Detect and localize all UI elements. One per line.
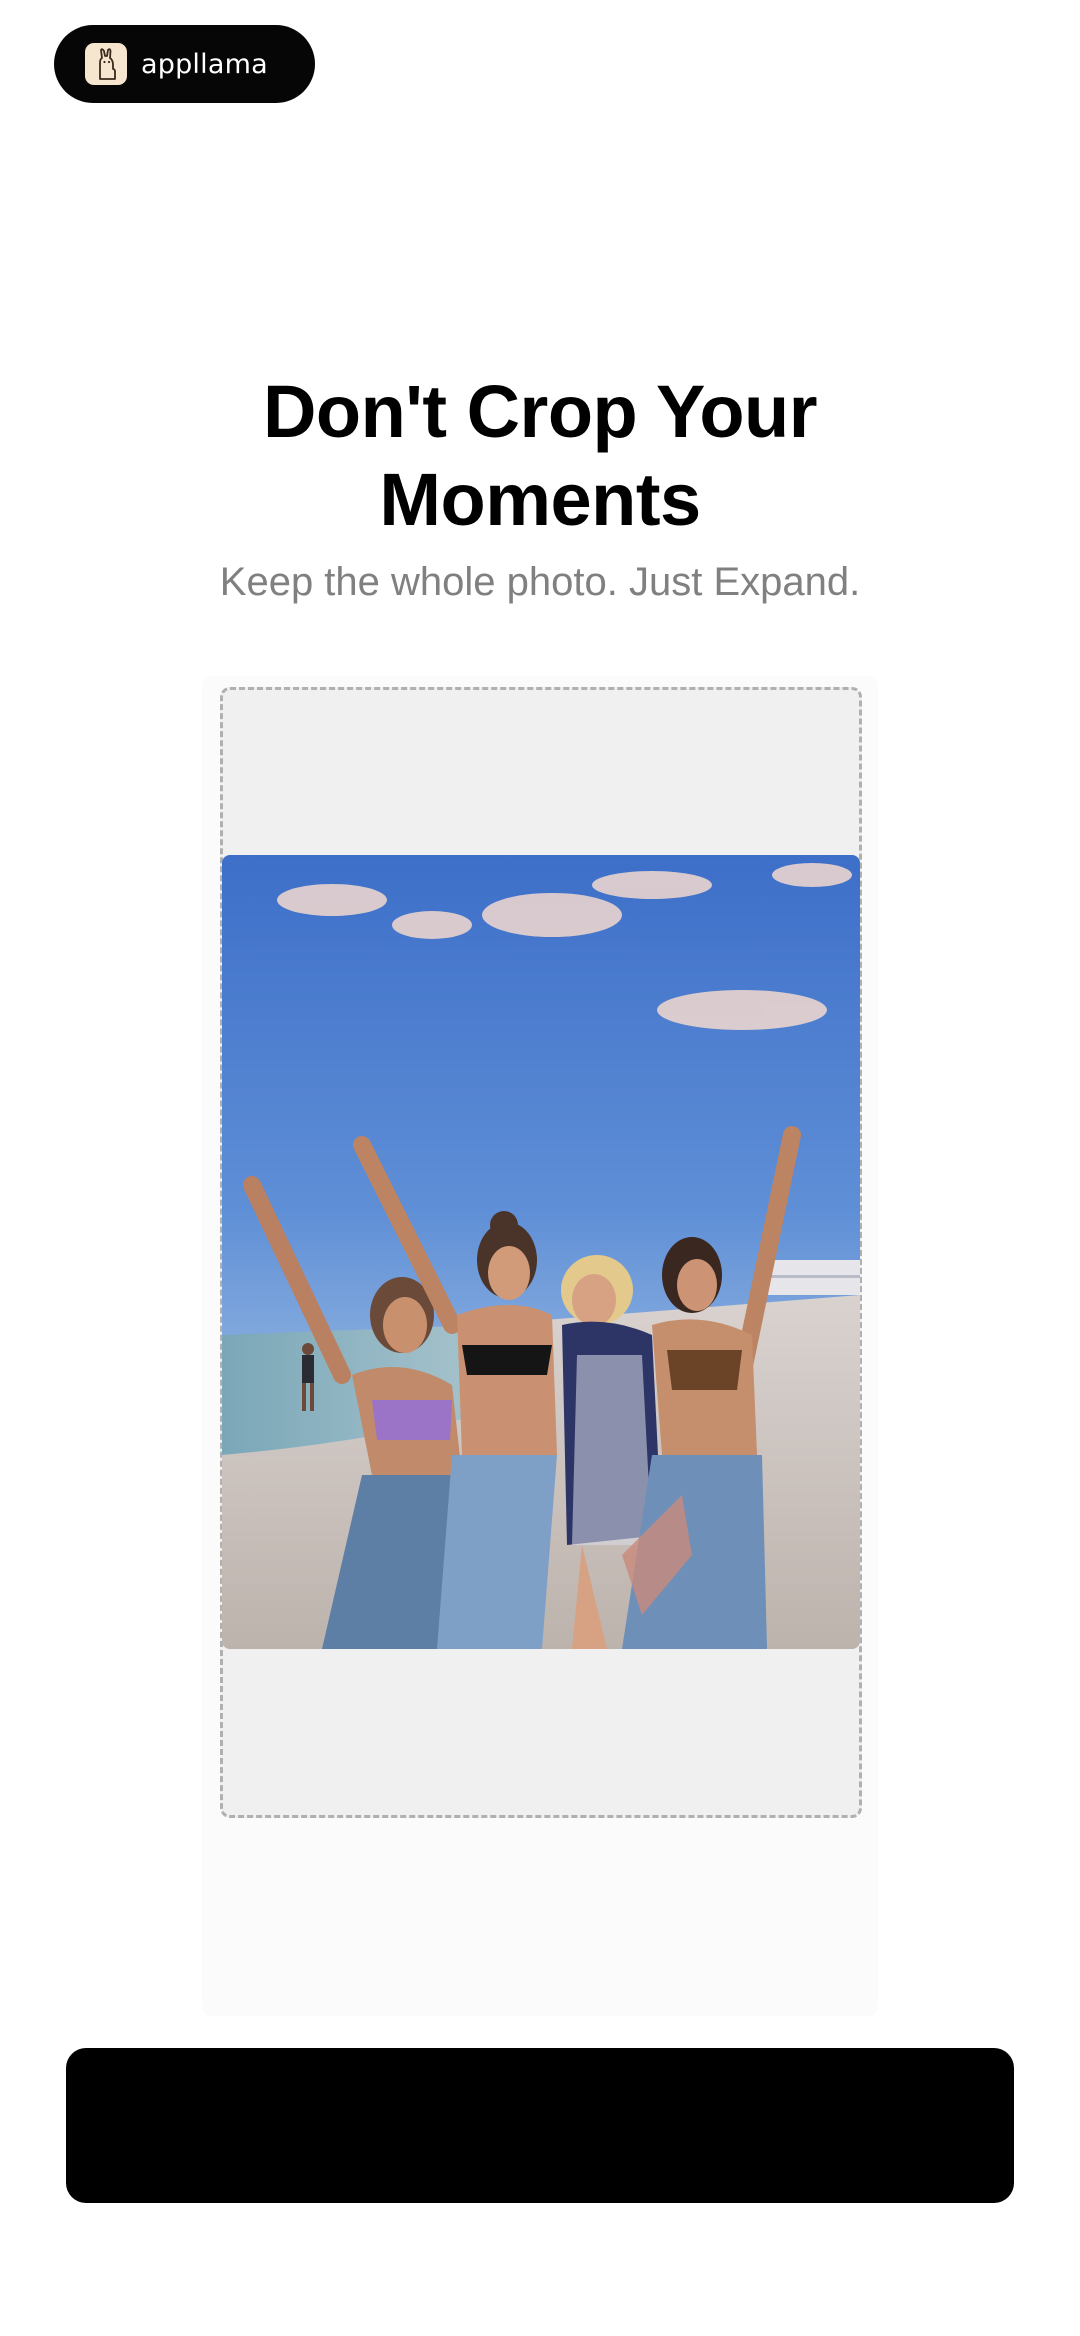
page-title-line-2: Moments xyxy=(379,458,701,541)
page-title: Don't Crop Your Moments xyxy=(100,368,980,544)
primary-button[interactable] xyxy=(66,2048,1014,2203)
page-title-line-1: Don't Crop Your xyxy=(262,370,818,453)
preview-photo xyxy=(222,855,860,1649)
llama-icon xyxy=(85,43,127,85)
brand-name: appllama xyxy=(141,48,268,80)
brand-pill: appllama xyxy=(54,25,315,103)
page-subtitle: Keep the whole photo. Just Expand. xyxy=(219,560,861,604)
